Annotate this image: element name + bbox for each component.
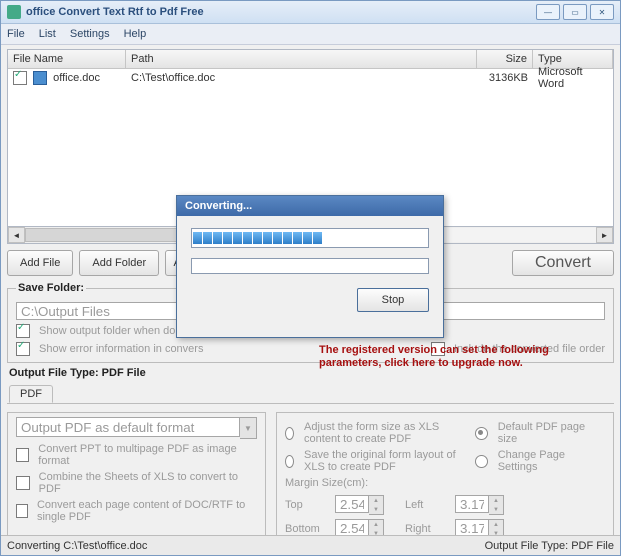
combine-xls-check[interactable] (16, 476, 30, 490)
spin-down-icon[interactable]: ▼ (369, 505, 383, 514)
progress-bar (191, 228, 429, 248)
menu-file[interactable]: File (7, 28, 25, 40)
default-size-radio[interactable] (475, 427, 488, 440)
cell-filename: office.doc (53, 72, 100, 84)
output-format-select[interactable] (16, 417, 240, 437)
ppt-multipage-check[interactable] (16, 448, 29, 462)
doc-icon (33, 71, 47, 85)
converting-dialog: Converting... Stop (176, 195, 444, 338)
margin-bottom-label: Bottom (285, 523, 325, 535)
cell-size: 3136KB (477, 72, 533, 84)
show-output-check[interactable] (16, 324, 30, 338)
upgrade-message[interactable]: The registered version can set the follo… (319, 344, 609, 370)
col-path[interactable]: Path (126, 50, 477, 68)
tab-pdf[interactable]: PDF (9, 385, 53, 403)
save-folder-legend: Save Folder: (16, 282, 86, 294)
margin-size-label: Margin Size(cm): (285, 477, 605, 489)
left-options-panel: ▼ Convert PPT to multipage PDF as image … (7, 412, 266, 546)
save-layout-label: Save the original form layout of XLS to … (304, 449, 461, 473)
add-file-button[interactable]: Add File (7, 250, 73, 276)
save-layout-radio[interactable] (285, 455, 294, 468)
close-button[interactable]: ✕ (590, 4, 614, 20)
spin-up-icon[interactable]: ▲ (489, 496, 503, 505)
ppt-multipage-label: Convert PPT to multipage PDF as image fo… (38, 443, 257, 467)
spin-up-icon[interactable]: ▲ (369, 496, 383, 505)
cell-path: C:\Test\office.doc (126, 72, 477, 84)
table-row[interactable]: office.doc C:\Test\office.doc 3136KB Mic… (8, 69, 613, 87)
status-left: Converting C:\Test\office.doc (7, 540, 147, 552)
status-right: Output File Type: PDF File (485, 540, 614, 552)
col-filename[interactable]: File Name (8, 50, 126, 68)
right-options-panel: Adjust the form size as XLS content to c… (276, 412, 614, 546)
status-bar: Converting C:\Test\office.doc Output Fil… (1, 535, 620, 555)
progress-bar-secondary (191, 258, 429, 274)
spin-down-icon[interactable]: ▼ (489, 505, 503, 514)
dialog-title: Converting... (177, 196, 443, 216)
row-checkbox[interactable] (13, 71, 27, 85)
margin-top-input[interactable] (335, 495, 369, 513)
margin-left-label: Left (405, 499, 445, 511)
menu-settings[interactable]: Settings (70, 28, 110, 40)
menu-bar: File List Settings Help (1, 24, 620, 45)
col-size[interactable]: Size (477, 50, 533, 68)
show-error-label: Show error information in convers (39, 343, 203, 355)
doc-single-pdf-label: Convert each page content of DOC/RTF to … (37, 499, 257, 523)
default-size-label: Default PDF page size (498, 421, 605, 445)
change-settings-label: Change Page Settings (498, 449, 605, 473)
adjust-form-radio[interactable] (285, 427, 294, 440)
window-title: office Convert Text Rtf to Pdf Free (26, 6, 536, 18)
app-icon (7, 5, 21, 19)
show-error-check[interactable] (16, 342, 30, 356)
change-settings-radio[interactable] (475, 455, 488, 468)
stop-button[interactable]: Stop (357, 288, 429, 312)
cell-type: Microsoft Word (533, 66, 613, 90)
adjust-form-label: Adjust the form size as XLS content to c… (304, 421, 461, 445)
show-output-label: Show output folder when done (39, 325, 188, 337)
margin-top-label: Top (285, 499, 325, 511)
combine-xls-label: Combine the Sheets of XLS to convert to … (39, 471, 257, 495)
menu-list[interactable]: List (39, 28, 56, 40)
maximize-button[interactable]: ▭ (563, 4, 587, 20)
scroll-right-icon[interactable]: ► (596, 227, 613, 243)
menu-help[interactable]: Help (124, 28, 147, 40)
add-folder-button[interactable]: Add Folder (79, 250, 159, 276)
margin-right-label: Right (405, 523, 445, 535)
minimize-button[interactable]: — (536, 4, 560, 20)
doc-single-pdf-check[interactable] (16, 504, 28, 518)
spin-up-icon[interactable]: ▲ (369, 520, 383, 529)
convert-button[interactable]: Convert (512, 250, 614, 276)
scroll-left-icon[interactable]: ◄ (8, 227, 25, 243)
margin-left-input[interactable] (455, 495, 489, 513)
spin-up-icon[interactable]: ▲ (489, 520, 503, 529)
chevron-down-icon[interactable]: ▼ (240, 417, 257, 439)
